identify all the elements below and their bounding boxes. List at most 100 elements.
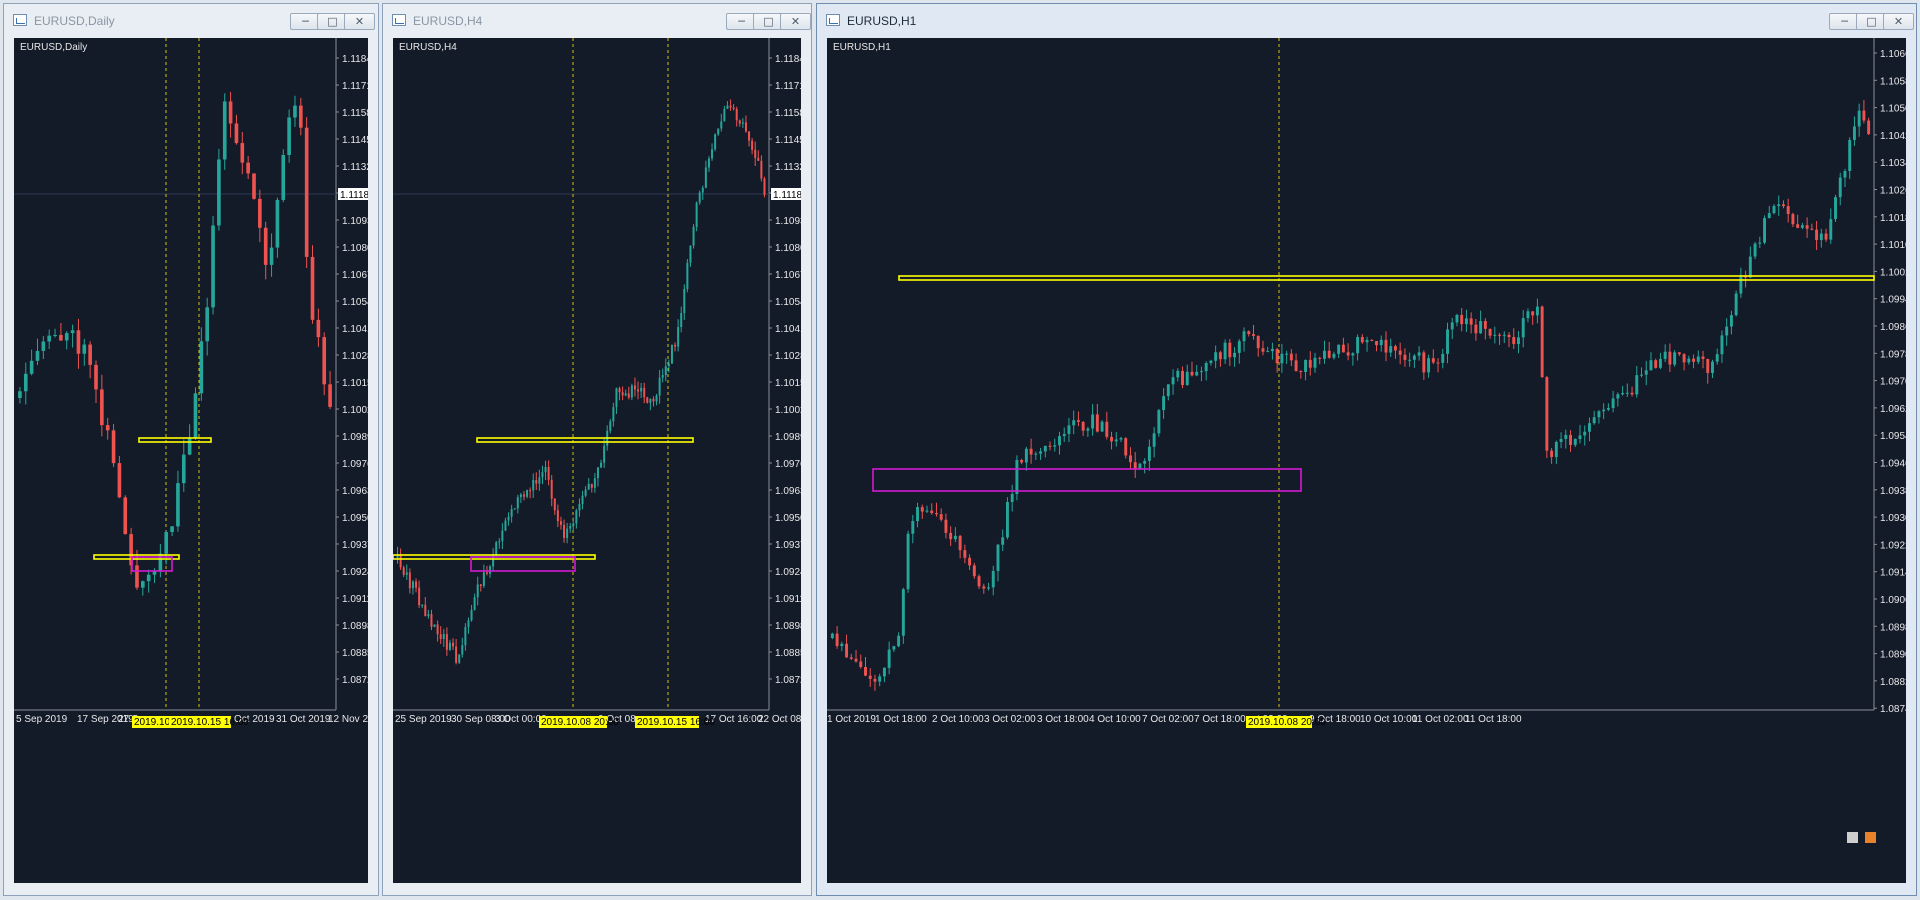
candle-body	[1228, 342, 1232, 358]
price-axis-label: 1.08825	[1880, 677, 1906, 688]
window-title: EURUSD,H1	[847, 14, 917, 28]
time-axis-label: 4 Oct 10:00	[1089, 714, 1141, 725]
candle-body	[887, 649, 891, 668]
chart-window-h4[interactable]: EURUSD,H4 ─ □ ✕ EURUSD,H4 1.11840 1.11710…	[382, 3, 812, 896]
candle-body	[1389, 346, 1393, 353]
candle-body	[519, 494, 522, 498]
candle-body	[720, 121, 723, 129]
candle-body	[754, 149, 757, 158]
close-button[interactable]: ✕	[780, 13, 811, 30]
object-list-orange-square-icon[interactable]	[1865, 832, 1876, 843]
price-chart-daily[interactable]: EURUSD,Daily 1.11840 1.11710 1.11580 1.1145…	[14, 38, 368, 883]
price-axis-label: 1.09500	[342, 513, 368, 524]
candle-body	[1819, 233, 1823, 241]
candle-body	[621, 392, 624, 396]
candle-body	[402, 567, 405, 575]
candle-body	[1810, 228, 1814, 230]
candle-body	[972, 565, 976, 577]
candle-body	[1644, 370, 1648, 375]
candle-body	[1223, 342, 1227, 360]
candle-body	[240, 143, 245, 163]
window-titlebar[interactable]: EURUSD,H4 ─ □ ✕	[383, 4, 811, 36]
candle-body	[252, 173, 256, 199]
candle-body	[559, 521, 562, 525]
candle-body	[1323, 350, 1326, 359]
candle-body	[578, 504, 581, 511]
candle-body	[760, 160, 763, 179]
candle-body	[1791, 214, 1795, 225]
candle-body	[572, 523, 575, 527]
candle-body	[1261, 348, 1265, 352]
candle-body	[1147, 446, 1151, 461]
candle-body	[763, 178, 766, 195]
candle-body	[854, 658, 858, 662]
support-resistance-line[interactable]	[898, 275, 1875, 281]
candle-body	[181, 454, 186, 484]
candle-body	[1431, 358, 1435, 363]
close-button[interactable]: ✕	[344, 13, 375, 30]
candle-body	[1289, 353, 1293, 361]
candle-body	[1668, 351, 1672, 365]
candle-body	[1105, 421, 1109, 437]
time-axis-label: 12 Nov 2019	[328, 714, 368, 725]
chart-window-daily[interactable]: EURUSD,Daily ─ □ ✕ EURUSD,Daily 1.11840 1…	[3, 3, 379, 896]
candle-body	[18, 391, 22, 398]
candle-body	[1521, 318, 1525, 338]
window-titlebar[interactable]: EURUSD,H1 ─ □ ✕	[817, 4, 1916, 36]
price-axis-label: 1.11840	[775, 54, 801, 65]
candle-body	[649, 398, 652, 403]
candle-body	[217, 159, 221, 226]
candle-body	[489, 566, 492, 574]
candle-body	[1824, 233, 1828, 240]
candle-body	[415, 581, 418, 588]
demand-zone-box[interactable]	[872, 468, 1302, 492]
candle-body	[596, 467, 599, 479]
candle-body	[541, 472, 544, 478]
candle-body	[1540, 306, 1544, 378]
price-axis-label: 1.09370	[775, 540, 801, 551]
window-titlebar[interactable]: EURUSD,Daily ─ □ ✕	[4, 4, 378, 36]
candle-body	[1034, 453, 1038, 455]
candle-body	[1091, 414, 1095, 429]
candle-body	[228, 101, 233, 124]
candle-body	[193, 393, 198, 438]
candle-body	[1095, 414, 1099, 432]
object-list-gray-square-icon[interactable]	[1847, 832, 1858, 843]
candle-body	[1285, 353, 1289, 355]
candle-body	[1299, 371, 1303, 373]
candle-body	[1209, 360, 1213, 364]
chart-window-icon	[826, 14, 840, 26]
candle-body	[1838, 177, 1842, 198]
candle-body	[615, 388, 618, 408]
chart-symbol-label: EURUSD,H1	[833, 42, 891, 53]
close-button[interactable]: ✕	[1883, 13, 1914, 30]
price-axis-label: 1.10150	[342, 378, 368, 389]
candle-body	[1763, 218, 1767, 243]
chart-canvas[interactable]: 1.10665 1.10585 1.10505 1.10425 1.10345 1.102…	[827, 38, 1906, 883]
candle-body	[630, 385, 633, 398]
price-chart-h4[interactable]: EURUSD,H4 1.118401.117101.115801.114501.…	[393, 38, 801, 883]
support-resistance-line[interactable]	[138, 437, 212, 443]
candle-body	[575, 510, 578, 524]
candle-body	[1597, 411, 1601, 418]
chart-canvas[interactable]: 1.118401.117101.115801.114501.113201.110…	[14, 38, 368, 883]
candle-body	[117, 463, 122, 498]
price-chart-h1[interactable]: EURUSD,H1 1.106651.105851.105051.104251.…	[827, 38, 1906, 883]
candle-body	[1337, 344, 1341, 354]
candle-body	[399, 554, 402, 568]
support-resistance-line[interactable]	[476, 437, 694, 443]
candle-body	[310, 256, 315, 320]
candle-body	[835, 633, 839, 647]
candle-body	[1545, 377, 1549, 451]
candle-body	[532, 480, 535, 491]
candle-body	[729, 105, 732, 108]
candle-body	[1308, 359, 1312, 368]
time-axis-label: 31 Oct 2019	[276, 714, 331, 725]
candle-body	[222, 101, 227, 160]
price-axis-label: 1.11450	[342, 135, 368, 146]
chart-window-h1[interactable]: EURUSD,H1 ─ □ ✕ EURUSD,H1 1.10665 1.10585…	[816, 3, 1917, 896]
candle-body	[1587, 423, 1591, 432]
chart-canvas[interactable]: 1.118401.117101.115801.114501.113201.110…	[393, 38, 801, 883]
candle-body	[581, 495, 584, 505]
candle-body	[1266, 351, 1270, 353]
